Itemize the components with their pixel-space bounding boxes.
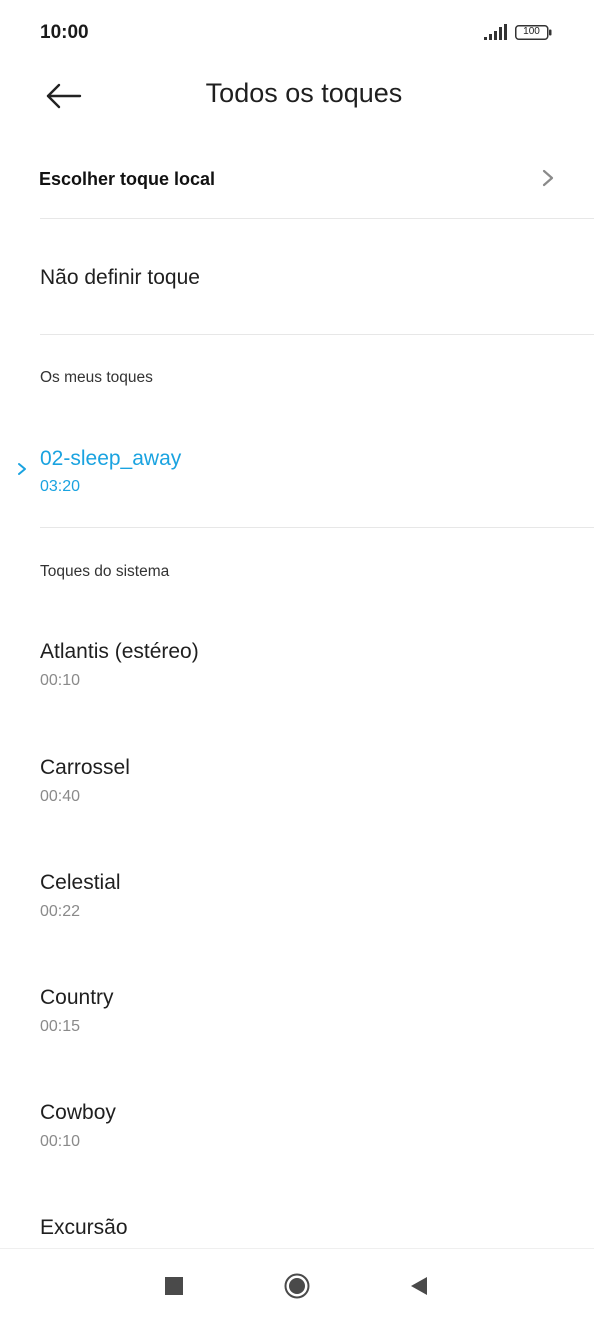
tone-name: Carrossel <box>40 756 130 779</box>
no-tone-row[interactable]: Não definir toque <box>0 220 594 332</box>
tone-duration: 00:22 <box>40 903 81 920</box>
signal-icon <box>484 24 507 40</box>
tone-name: Cowboy <box>40 1101 116 1124</box>
status-bar: 10:00 100 <box>0 0 594 66</box>
divider <box>40 334 594 335</box>
tone-duration: 00:10 <box>40 672 81 689</box>
tone-duration: 00:15 <box>40 1018 81 1035</box>
chevron-right-icon <box>542 169 554 187</box>
status-time: 10:00 <box>40 22 89 43</box>
tone-item[interactable]: Atlantis (estéreo) 00:10 <box>0 640 594 740</box>
navigation-bar <box>0 1248 594 1321</box>
tone-item-partial[interactable]: Excursão <box>0 1216 594 1248</box>
divider <box>40 218 594 219</box>
divider <box>40 527 594 528</box>
battery-level: 100 <box>523 26 540 37</box>
choose-local-tone-row[interactable]: Escolher toque local <box>0 140 594 218</box>
selected-chevron-icon <box>18 463 26 475</box>
tone-duration: 00:10 <box>40 1133 81 1150</box>
tone-duration: 00:40 <box>40 788 81 805</box>
choose-local-tone-label: Escolher toque local <box>39 169 216 189</box>
home-icon[interactable] <box>284 1273 310 1299</box>
recent-apps-icon[interactable] <box>165 1277 183 1295</box>
battery-icon: 100 <box>515 25 553 40</box>
my-tones-section-title: Os meus toques <box>40 369 153 386</box>
tone-name: Celestial <box>40 871 121 894</box>
tone-duration: 03:20 <box>40 478 81 495</box>
back-triangle-icon[interactable] <box>408 1275 430 1297</box>
tone-item[interactable]: Country 00:15 <box>0 986 594 1086</box>
no-tone-label: Não definir toque <box>40 266 200 289</box>
system-tones-section-title: Toques do sistema <box>40 563 170 580</box>
tone-name: 02-sleep_away <box>40 447 182 470</box>
tone-name: Country <box>40 986 114 1009</box>
tone-item[interactable]: Cowboy 00:10 <box>0 1101 594 1201</box>
tone-item[interactable]: Carrossel 00:40 <box>0 756 594 856</box>
tone-item[interactable]: Celestial 00:22 <box>0 871 594 971</box>
tone-item-selected[interactable]: 02-sleep_away 03:20 <box>0 447 594 547</box>
tone-name: Atlantis (estéreo) <box>40 640 199 663</box>
app-bar: Todos os toques <box>0 66 594 126</box>
tone-name: Excursão <box>40 1216 128 1239</box>
page-title: Todos os toques <box>205 78 403 108</box>
